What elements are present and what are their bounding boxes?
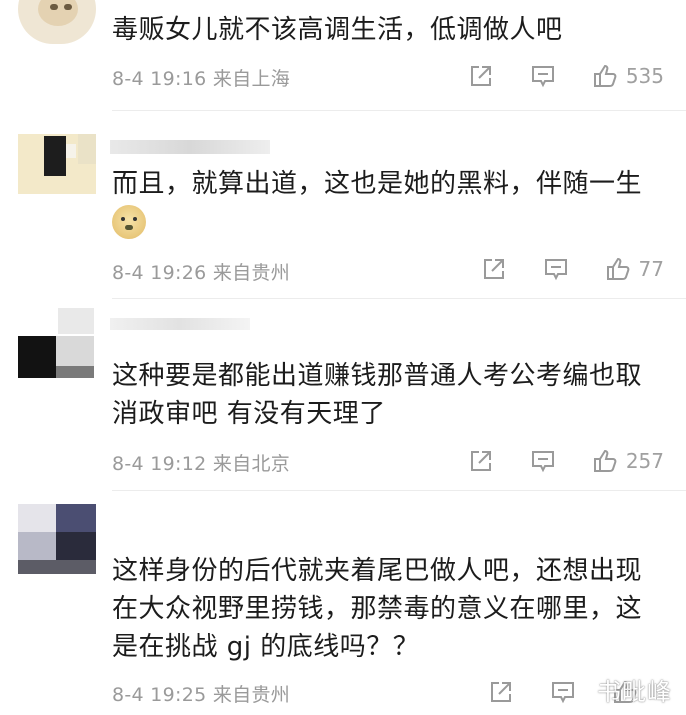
comment-actions: 77: [481, 254, 664, 284]
thumbs-up-icon: [592, 448, 618, 474]
comment-actions: 535: [468, 61, 664, 91]
share-icon[interactable]: [468, 448, 494, 474]
doge-emoji-icon: [112, 205, 146, 239]
like-count: 77: [638, 257, 664, 281]
comment-icon[interactable]: [543, 256, 569, 282]
like-count: 257: [625, 449, 664, 473]
comment-meta: 8-4 19:12 来自北京: [112, 453, 291, 475]
avatar[interactable]: [18, 134, 96, 204]
share-icon[interactable]: [468, 63, 494, 89]
share-icon[interactable]: [481, 256, 507, 282]
comment-text: 这种要是都能出道赚钱那普通人考公考编也取消政审吧 有没有天理了: [112, 361, 643, 429]
avatar[interactable]: [18, 308, 96, 378]
thumbs-up-icon: [592, 63, 618, 89]
comment-item: 这样身份的后代就夹着尾巴做人吧，还想出现在大众视野里捞钱，那禁毒的意义在哪里，这…: [0, 490, 686, 715]
username-blur: [110, 318, 250, 330]
comment-icon[interactable]: [550, 679, 576, 705]
comment-text: 毒贩女儿就不该高调生活，低调做人吧: [112, 15, 563, 45]
comment-item: 毒贩女儿就不该高调生活，低调做人吧 8-4 19:16 来自上海 535: [0, 0, 686, 120]
comment-item: 这种要是都能出道赚钱那普通人考公考编也取消政审吧 有没有天理了 8-4 19:1…: [0, 298, 686, 491]
comment-meta: 8-4 19:16 来自上海: [112, 68, 291, 90]
comment-actions: 257: [468, 446, 664, 476]
like-count: 535: [625, 64, 664, 88]
like-button[interactable]: 257: [592, 448, 664, 474]
like-button[interactable]: 535: [592, 63, 664, 89]
comment-text: 这样身份的后代就夹着尾巴做人吧，还想出现在大众视野里捞钱，那禁毒的意义在哪里，这…: [112, 556, 643, 662]
comment-meta: 8-4 19:26 来自贵州: [112, 262, 291, 284]
avatar[interactable]: [18, 504, 96, 574]
like-button[interactable]: 77: [605, 256, 664, 282]
watermark: 书毗峰: [597, 678, 672, 706]
divider: [112, 110, 686, 111]
username-blur: [110, 140, 270, 154]
thumbs-up-icon: [605, 256, 631, 282]
comment-icon[interactable]: [530, 63, 556, 89]
comment-item: 而且，就算出道，这也是她的黑料，伴随一生 8-4 19:26 来自贵州 77: [0, 120, 686, 299]
comment-text: 而且，就算出道，这也是她的黑料，伴随一生: [112, 169, 643, 199]
share-icon[interactable]: [488, 679, 514, 705]
comment-meta: 8-4 19:25 来自贵州: [112, 684, 291, 706]
comment-icon[interactable]: [530, 448, 556, 474]
avatar[interactable]: [18, 0, 96, 44]
